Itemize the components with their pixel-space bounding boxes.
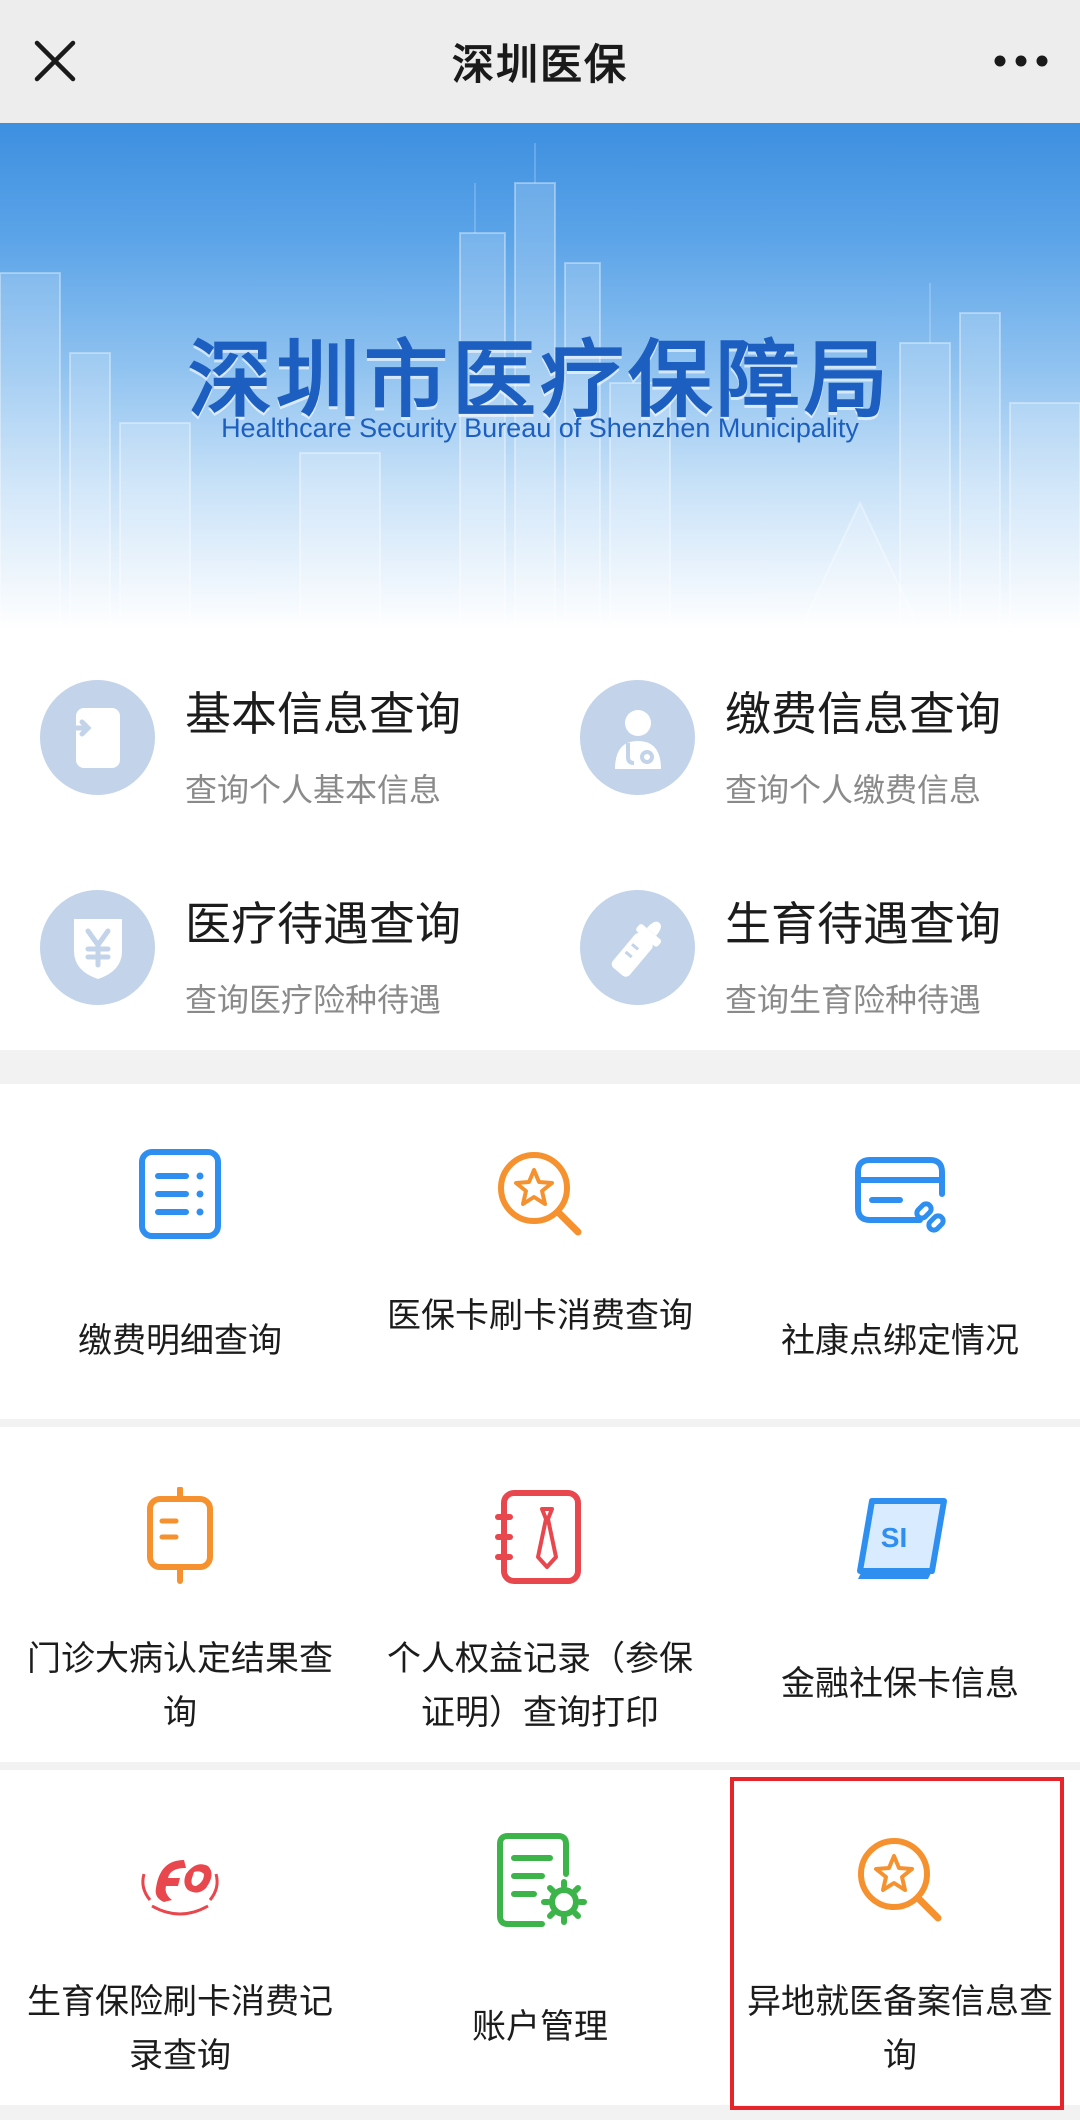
service-label: 金融社保卡信息 (781, 1664, 1019, 1704)
service-maternity-consumption[interactable]: 生育保险刷卡消费记录查询 (0, 1770, 360, 2105)
query-desc: 查询医疗险种待遇 (185, 981, 442, 1019)
service-payment-detail[interactable]: 缴费明细查询 (0, 1084, 360, 1419)
service-rights-record[interactable]: 个人权益记录（参保证明）查询打印 (360, 1427, 720, 1762)
maternity-logo-icon (130, 1830, 230, 1930)
service-label: 账户管理 (472, 2007, 608, 2047)
query-title: 基本信息查询 (185, 687, 461, 741)
service-account-management[interactable]: 账户管理 (360, 1770, 720, 2105)
service-remote-medical-record[interactable]: 异地就医备案信息查询 (720, 1770, 1080, 2105)
service-label: 缴费明细查询 (78, 1321, 282, 1361)
query-title: 生育待遇查询 (725, 897, 1001, 951)
iv-bag-icon (130, 1486, 230, 1587)
query-desc: 查询个人缴费信息 (725, 771, 982, 809)
query-medical-benefit[interactable]: 医疗待遇查询 查询医疗险种待遇 (0, 840, 540, 1050)
si-card-icon: SI (850, 1487, 950, 1587)
baby-bottle-icon (580, 890, 695, 1005)
query-title: 缴费信息查询 (725, 687, 1001, 741)
query-desc: 查询个人基本信息 (185, 771, 442, 809)
service-card-consumption[interactable]: 医保卡刷卡消费查询 (360, 1084, 720, 1419)
service-clinic-binding[interactable]: 社康点绑定情况 (720, 1084, 1080, 1419)
page-title: 深圳医保 (451, 40, 628, 89)
query-basic-info[interactable]: 基本信息查询 查询个人基本信息 (0, 630, 540, 840)
id-card-icon (40, 680, 155, 795)
service-label: 医保卡刷卡消费查询 (387, 1296, 693, 1336)
service-label: 个人权益记录（参保证明）查询打印 (387, 1639, 693, 1733)
service-row: 生育保险刷卡消费记录查询 账户管理 异地就医备案信息查询 (0, 1770, 1080, 2105)
svg-text:SI: SI (881, 1522, 907, 1553)
more-dots-icon[interactable] (990, 36, 1052, 86)
star-search-icon (490, 1144, 590, 1244)
card-link-icon (850, 1144, 950, 1244)
banner-subtitle: Healthcare Security Bureau of Shenzhen M… (221, 413, 859, 443)
document-gear-icon (490, 1830, 590, 1930)
service-row: 缴费明细查询 医保卡刷卡消费查询 社康点绑定情况 (0, 1084, 1080, 1419)
close-icon[interactable] (30, 36, 80, 86)
service-chronic-disease[interactable]: 门诊大病认定结果查询 (0, 1427, 360, 1762)
service-row: 门诊大病认定结果查询 个人权益记录（参保证明）查询打印 SI 金融社保卡信息 (0, 1427, 1080, 1762)
query-maternity-benefit[interactable]: 生育待遇查询 查询生育险种待遇 (540, 840, 1080, 1050)
list-document-icon (130, 1144, 230, 1244)
query-desc: 查询生育险种待遇 (725, 981, 982, 1019)
service-label: 异地就医备案信息查询 (747, 1982, 1053, 2076)
query-section: 基本信息查询 查询个人基本信息 缴费信息查询 查询个人缴费信息 医疗待遇查询 查… (0, 630, 1080, 1050)
query-title: 医疗待遇查询 (185, 897, 461, 951)
query-payment-info[interactable]: 缴费信息查询 查询个人缴费信息 (540, 630, 1080, 840)
banner: 深圳市医疗保障局 Healthcare Security Bureau of S… (0, 123, 1080, 630)
service-label: 生育保险刷卡消费记录查询 (27, 1982, 333, 2076)
certificate-book-icon (490, 1487, 590, 1587)
service-label: 社康点绑定情况 (781, 1321, 1019, 1361)
top-navbar: 深圳医保 (0, 0, 1080, 123)
service-financial-card[interactable]: SI 金融社保卡信息 (720, 1427, 1080, 1762)
yen-shield-icon (40, 890, 155, 1005)
service-label: 门诊大病认定结果查询 (27, 1639, 333, 1733)
doctor-icon (580, 680, 695, 795)
star-search-icon (850, 1830, 950, 1930)
